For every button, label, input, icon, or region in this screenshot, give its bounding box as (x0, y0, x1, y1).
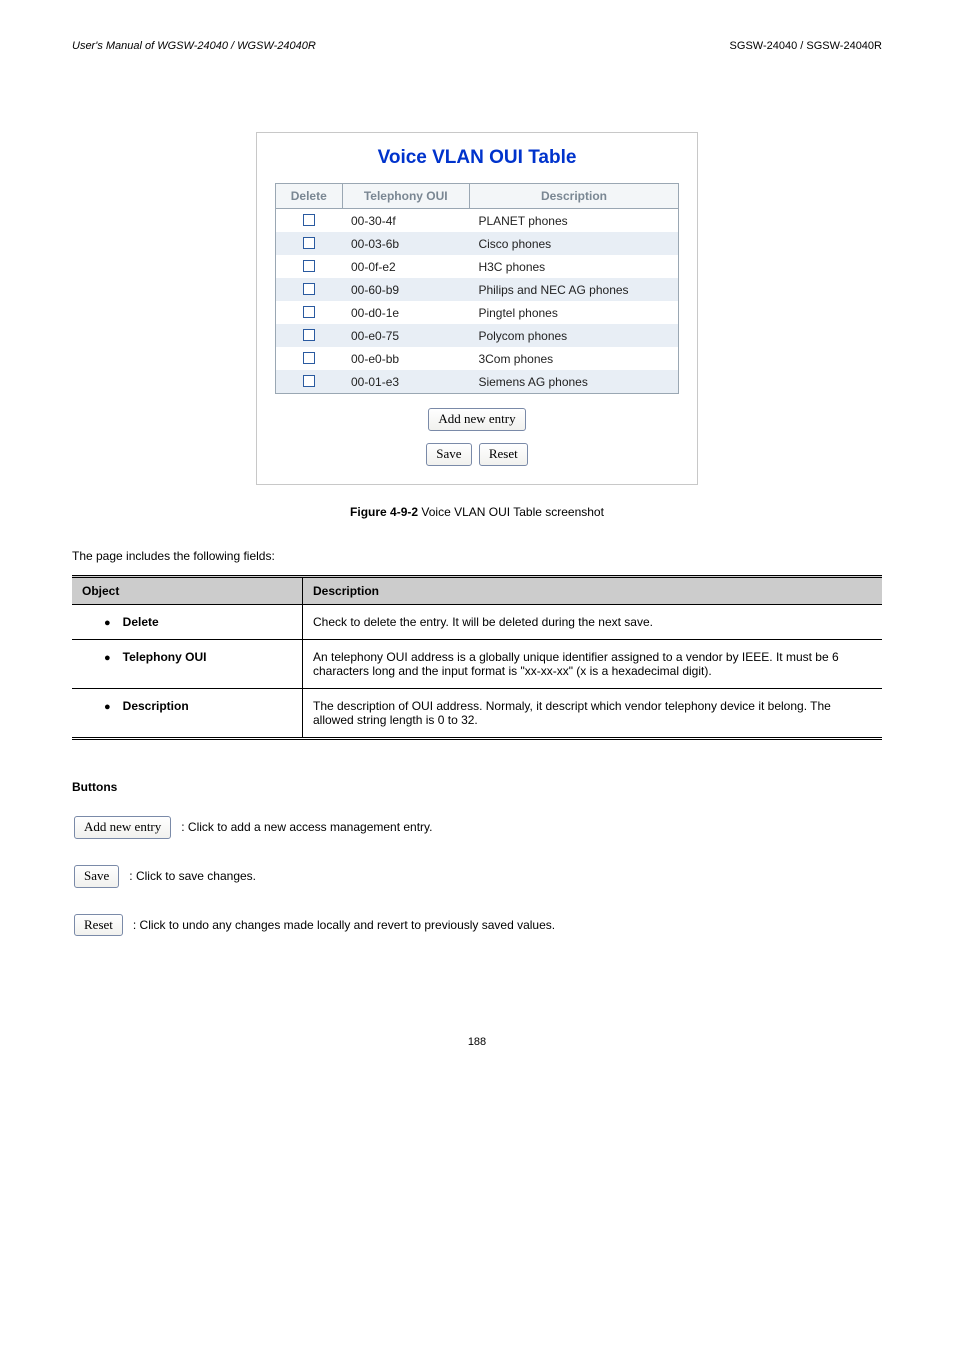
cell-desc: H3C phones (469, 255, 678, 278)
header-left: User's Manual of WGSW-24040 / WGSW-24040… (72, 40, 316, 52)
cell-desc: 3Com phones (469, 347, 678, 370)
desc-obj-label: Description (123, 699, 189, 713)
btn-desc-text: : Click to save changes. (129, 869, 256, 883)
cell-desc: Philips and NEC AG phones (469, 278, 678, 301)
reset-button[interactable]: Reset (479, 443, 528, 466)
cell-oui: 00-e0-bb (342, 347, 469, 370)
header-right: SGSW-24040 / SGSW-24040R (730, 40, 882, 52)
cell-oui: 00-e0-75 (342, 324, 469, 347)
delete-checkbox[interactable] (303, 260, 315, 272)
buttons-section: Buttons Add new entry : Click to add a n… (72, 780, 882, 937)
table-row: 00-03-6b Cisco phones (276, 232, 679, 255)
cell-desc: Cisco phones (469, 232, 678, 255)
cell-desc: Pingtel phones (469, 301, 678, 324)
desc-obj-label: Delete (123, 615, 159, 629)
figure-caption-text: Voice VLAN OUI Table screenshot (418, 505, 604, 519)
table-row: 00-e0-bb 3Com phones (276, 347, 679, 370)
cell-oui: 00-01-e3 (342, 370, 469, 394)
bullet-icon: ● (82, 650, 111, 664)
description-table: Object Description ● Delete Check to del… (72, 575, 882, 740)
table-row: 00-e0-75 Polycom phones (276, 324, 679, 347)
desc-head-description: Description (303, 576, 883, 604)
btn-desc-text: : Click to add a new access management e… (181, 820, 432, 834)
desc-obj-text: An telephony OUI address is a globally u… (303, 639, 883, 688)
col-telephony-oui: Telephony OUI (342, 184, 469, 209)
figure-number: Figure 4-9-2 (350, 505, 418, 519)
desc-obj-text: Check to delete the entry. It will be de… (303, 604, 883, 639)
delete-checkbox[interactable] (303, 329, 315, 341)
btn-desc-text: : Click to undo any changes made locally… (133, 918, 555, 932)
buttons-section-title: Buttons (72, 780, 882, 794)
panel-title: Voice VLAN OUI Table (275, 147, 679, 169)
add-entry-button[interactable]: Add new entry (428, 408, 525, 431)
oui-table: Delete Telephony OUI Description 00-30-4… (275, 183, 679, 394)
cell-desc: Polycom phones (469, 324, 678, 347)
delete-checkbox[interactable] (303, 306, 315, 318)
cell-oui: 00-60-b9 (342, 278, 469, 301)
desc-obj-text: The description of OUI address. Normaly,… (303, 688, 883, 738)
table-row: 00-60-b9 Philips and NEC AG phones (276, 278, 679, 301)
cell-oui: 00-30-4f (342, 209, 469, 233)
page-number: 188 (72, 1036, 882, 1048)
figure-caption: Figure 4-9-2 Voice VLAN OUI Table screen… (72, 505, 882, 519)
bullet-icon: ● (82, 699, 111, 713)
cell-oui: 00-d0-1e (342, 301, 469, 324)
table-row: 00-30-4f PLANET phones (276, 209, 679, 233)
page-header: User's Manual of WGSW-24040 / WGSW-24040… (72, 40, 882, 52)
desc-obj-label: Telephony OUI (123, 650, 207, 664)
lead-text: The page includes the following fields: (72, 549, 882, 563)
cell-desc: Siemens AG phones (469, 370, 678, 394)
col-delete: Delete (276, 184, 343, 209)
delete-checkbox[interactable] (303, 237, 315, 249)
save-button[interactable]: Save (426, 443, 471, 466)
add-entry-button-doc[interactable]: Add new entry (74, 816, 171, 839)
delete-checkbox[interactable] (303, 283, 315, 295)
desc-head-object: Object (72, 576, 303, 604)
col-description: Description (469, 184, 678, 209)
delete-checkbox[interactable] (303, 352, 315, 364)
figure-container: Voice VLAN OUI Table Delete Telephony OU… (72, 132, 882, 485)
save-button-doc[interactable]: Save (74, 865, 119, 888)
table-row: 00-01-e3 Siemens AG phones (276, 370, 679, 394)
table-row: 00-d0-1e Pingtel phones (276, 301, 679, 324)
delete-checkbox[interactable] (303, 375, 315, 387)
table-row: 00-0f-e2 H3C phones (276, 255, 679, 278)
bullet-icon: ● (82, 615, 111, 629)
delete-checkbox[interactable] (303, 214, 315, 226)
oui-panel: Voice VLAN OUI Table Delete Telephony OU… (256, 132, 698, 485)
cell-oui: 00-0f-e2 (342, 255, 469, 278)
cell-desc: PLANET phones (469, 209, 678, 233)
reset-button-doc[interactable]: Reset (74, 914, 123, 937)
cell-oui: 00-03-6b (342, 232, 469, 255)
